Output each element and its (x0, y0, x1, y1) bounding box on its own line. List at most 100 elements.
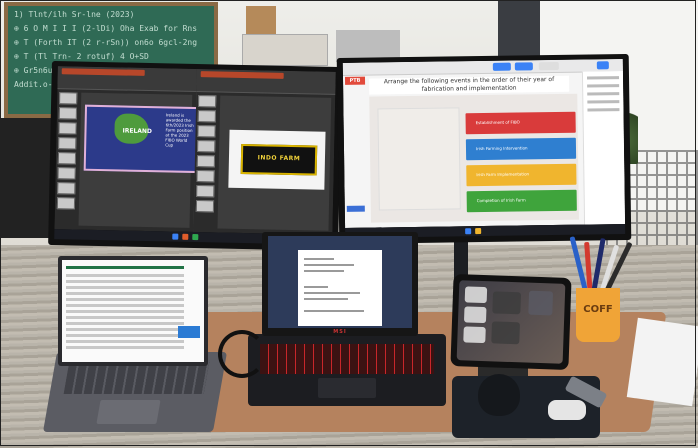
slide-thumbnail[interactable] (196, 185, 215, 198)
ppt-titlebar (61, 68, 146, 76)
usb-device (548, 400, 586, 420)
spreadsheet-window[interactable] (62, 260, 204, 362)
touchpad[interactable] (318, 378, 376, 398)
answer-bar-1[interactable]: Establishment of FIBO (465, 111, 576, 135)
slide-label: IRELAND (122, 127, 152, 136)
brand-logo: MSI (333, 329, 347, 335)
touchpad[interactable] (96, 400, 161, 424)
app-icon[interactable] (182, 233, 189, 240)
app-icon[interactable] (192, 233, 199, 241)
monitor-left: IRELAND Ireland is awarded the 6th/2023 … (48, 60, 342, 252)
slide-thumbnail[interactable] (59, 92, 78, 105)
toolbar-button[interactable] (492, 62, 511, 71)
laptop-center-base (248, 334, 446, 406)
answer-text: Irish Farming Intervention (475, 145, 528, 152)
cup-text: COFF (583, 304, 613, 315)
slide-thumbnails[interactable] (195, 95, 217, 230)
tablet-screen[interactable] (456, 280, 566, 364)
table-row (66, 292, 184, 295)
text-line (304, 310, 364, 312)
table-row (66, 298, 184, 301)
slide-thumbnail[interactable] (57, 167, 76, 180)
table-row (66, 334, 184, 337)
slide-thumbnail[interactable] (58, 137, 77, 150)
quiz-image (377, 107, 461, 211)
text-line (304, 286, 328, 288)
answer-bar-3[interactable]: Irish Farm Implementation (466, 163, 577, 187)
widget-tile[interactable] (463, 306, 487, 324)
start-icon[interactable] (465, 228, 472, 235)
laptop-left (58, 256, 208, 366)
app-icon[interactable] (475, 228, 482, 235)
slide-thumbnail[interactable] (57, 152, 77, 165)
slide-thumbnail[interactable] (197, 125, 216, 138)
cable (218, 330, 266, 378)
slide-thumbnail[interactable] (195, 200, 215, 213)
excel-header (66, 266, 184, 269)
widget-tile[interactable] (492, 291, 522, 315)
monitor-left-screen: IRELAND Ireland is awarded the 6th/2023 … (54, 66, 336, 235)
slide-thumbnail[interactable] (196, 155, 216, 168)
toolbar-button[interactable] (538, 61, 559, 71)
chalk-line: 1) Tlnt/ilh Sr-lne (2023) (14, 10, 135, 19)
browser-bar (342, 59, 623, 76)
shelf (242, 34, 328, 66)
table-row (66, 316, 184, 319)
text-line (304, 264, 354, 266)
answer-bar-2[interactable]: Irish Farming Intervention (465, 137, 577, 161)
panel-line (587, 100, 620, 104)
slide-thumbnail[interactable] (197, 140, 216, 153)
chalk-line: ⊕ T (Forth IT (2 r-rSn)) on6o 6gcl-2ng (14, 38, 198, 47)
slide-thumbnail[interactable] (196, 170, 215, 183)
table-row (66, 310, 184, 313)
text-line (304, 292, 360, 294)
mouse[interactable] (478, 374, 520, 416)
slide-thumbnail[interactable] (198, 95, 217, 108)
settings-panel[interactable] (581, 71, 626, 225)
text-line (304, 258, 334, 260)
backlit-keyboard[interactable] (260, 344, 434, 374)
text-line (304, 270, 344, 272)
quiz-app: PTB Arrange the following events in the … (342, 59, 626, 228)
text-line (304, 298, 348, 300)
powerpoint-window-left[interactable]: IRELAND Ireland is awarded the 6th/2023 … (54, 66, 202, 233)
table-row (66, 322, 184, 325)
slide-thumbnail[interactable] (58, 122, 77, 135)
slide-thumbnail[interactable] (56, 197, 76, 210)
quiz-action-button[interactable] (346, 205, 365, 212)
slide-canvas[interactable]: IRELAND Ireland is awarded the 6th/2023 … (78, 92, 202, 228)
ribbon (57, 66, 197, 93)
toolbar-button[interactable] (596, 61, 609, 70)
slide-thumbnail[interactable] (58, 107, 77, 120)
widget-tile[interactable] (491, 321, 520, 345)
slide-thumbnail[interactable] (57, 182, 76, 195)
widget-tile[interactable] (528, 290, 554, 316)
slide-banner: INDO FARM (240, 143, 318, 176)
widget-tile[interactable] (463, 326, 486, 344)
slide-thumbnail[interactable] (197, 110, 216, 123)
monitor-right-screen: PTB Arrange the following events in the … (342, 59, 626, 228)
document-page[interactable] (298, 250, 382, 326)
quiz-question: Arrange the following events in the orde… (369, 75, 570, 95)
table-row (66, 286, 184, 289)
tablet (450, 273, 572, 371)
answer-bar-4[interactable]: Completion of Irish Farm (466, 189, 577, 213)
table-row (66, 346, 184, 349)
slide-canvas[interactable]: INDO FARM (217, 95, 332, 231)
widget-tile[interactable] (464, 286, 488, 304)
word-window[interactable] (268, 236, 412, 328)
slide-text: Ireland is awarded the 6th/2023 Irish Fa… (165, 112, 194, 148)
quiz-area: Establishment of FIBO Irish Farming Inte… (369, 93, 579, 223)
quiz-logo: PTB (344, 76, 366, 85)
slide-thumbnails[interactable] (56, 92, 78, 227)
chalk-line: ⊕ T (Tl Trn- 2 rotuf) 4 O+SD (14, 52, 149, 61)
start-icon[interactable] (172, 233, 179, 240)
toolbar-button[interactable] (514, 62, 533, 71)
pen-cup: COFF (576, 288, 620, 342)
panel-line (587, 84, 620, 88)
slide-ireland: IRELAND Ireland is awarded the 6th/2023 … (83, 104, 202, 174)
notification-popup[interactable] (178, 326, 200, 338)
powerpoint-window-right[interactable]: INDO FARM (193, 69, 336, 235)
ribbon (196, 69, 336, 95)
table-row (66, 280, 184, 283)
